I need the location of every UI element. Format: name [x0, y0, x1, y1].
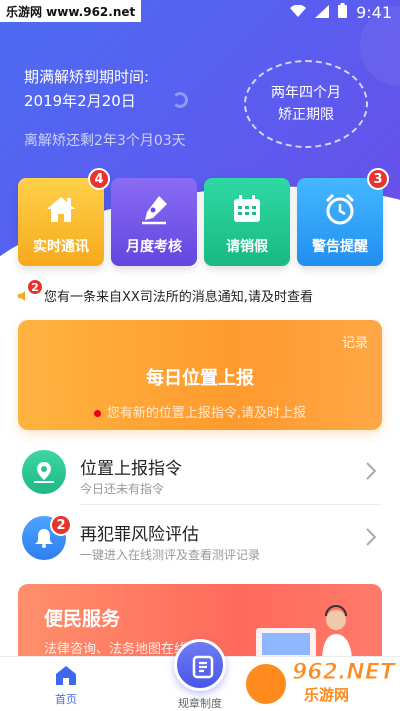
- signal-icon: [315, 3, 330, 22]
- list-item-title: 再犯罪风险评估: [80, 525, 199, 545]
- map-pin-icon: [22, 450, 66, 494]
- tab-home-label: 首页: [55, 693, 77, 706]
- home-tab-icon: [55, 666, 77, 689]
- correction-period-badge: 两年四个月 矫正期限: [244, 60, 368, 148]
- period-label: 矫正期限: [278, 107, 334, 123]
- remaining-time: 离解矫还剩2年3个月03天: [24, 133, 186, 149]
- tab-regulations[interactable]: [174, 639, 226, 691]
- calendar-icon: [230, 192, 264, 226]
- notice-badge: 2: [26, 278, 44, 296]
- tile-warning-reminder[interactable]: 警告提醒 3: [297, 168, 389, 266]
- notice-bar[interactable]: 2 您有一条来自XX司法所的消息通知,请及时查看: [18, 278, 398, 306]
- tile-monthly-assessment[interactable]: 月度考核: [111, 178, 197, 266]
- notification-badge: 4: [88, 168, 110, 190]
- list-item-badge: 2: [50, 514, 72, 536]
- list-item-subtitle: 今日还未有指令: [80, 482, 165, 496]
- list-divider: [80, 504, 382, 505]
- period-value: 两年四个月: [271, 85, 341, 101]
- tile-label: 警告提醒: [312, 239, 368, 255]
- tab-home[interactable]: 首页: [36, 665, 96, 707]
- release-date: 2019年2月20日: [24, 92, 136, 110]
- customer-service-illustration: [254, 598, 364, 664]
- quick-actions: 实时通讯 4 月度考核 请销假 警告提醒 3: [0, 168, 400, 270]
- release-label: 期满解矫到期时间:: [24, 68, 150, 86]
- decor-ring: [172, 92, 188, 108]
- pen-icon: [137, 192, 171, 226]
- status-time: 9:41: [356, 3, 392, 22]
- list-item-subtitle: 一键进入在线测评及查看测评记录: [80, 548, 261, 562]
- convenience-title: 便民服务: [44, 608, 121, 630]
- notification-badge: 3: [367, 168, 389, 190]
- list-item-risk-assessment[interactable]: 2 再犯罪风险评估 一键进入在线测评及查看测评记录: [18, 510, 382, 570]
- tile-label: 月度考核: [126, 239, 182, 255]
- alert-dot-icon: [93, 410, 101, 417]
- watermark-line2: 乐游网: [304, 686, 350, 704]
- status-bar: 乐游网 www.962.net 9:41: [0, 0, 400, 26]
- watermark-line1: 962.NET: [292, 660, 396, 686]
- daily-report-subtitle: 您有新的位置上报指令,请及时上报: [18, 402, 382, 421]
- list-item-title: 位置上报指令: [80, 459, 182, 479]
- alarm-clock-icon: [323, 192, 357, 226]
- record-link[interactable]: 记录: [342, 332, 368, 351]
- tab-regulations-label: 规章制度: [178, 697, 222, 710]
- wifi-icon: [290, 3, 307, 22]
- site-tag: 乐游网 www.962.net: [0, 0, 142, 22]
- convenience-subtitle: 法律咨询、法务地图在线: [44, 642, 188, 657]
- watermark-mascot-icon: [244, 662, 288, 706]
- battery-icon: [338, 3, 348, 22]
- chevron-right-icon: [366, 528, 377, 550]
- daily-report-title: 每日位置上报: [146, 368, 254, 389]
- daily-location-report-card[interactable]: 记录 每日位置上报 您有新的位置上报指令,请及时上报: [18, 320, 382, 430]
- tile-label: 实时通讯: [33, 239, 89, 255]
- notice-text: 您有一条来自XX司法所的消息通知,请及时查看: [44, 290, 313, 305]
- home-icon: [44, 192, 78, 226]
- tile-label: 请销假: [226, 239, 268, 255]
- watermark-logo: 962.NET 乐游网: [244, 660, 396, 708]
- list-item-location-command[interactable]: 位置上报指令 今日还未有指令: [18, 444, 382, 504]
- tile-realtime-chat[interactable]: 实时通讯 4: [18, 168, 110, 266]
- tile-leave-request[interactable]: 请销假: [204, 178, 290, 266]
- chevron-right-icon: [366, 462, 377, 484]
